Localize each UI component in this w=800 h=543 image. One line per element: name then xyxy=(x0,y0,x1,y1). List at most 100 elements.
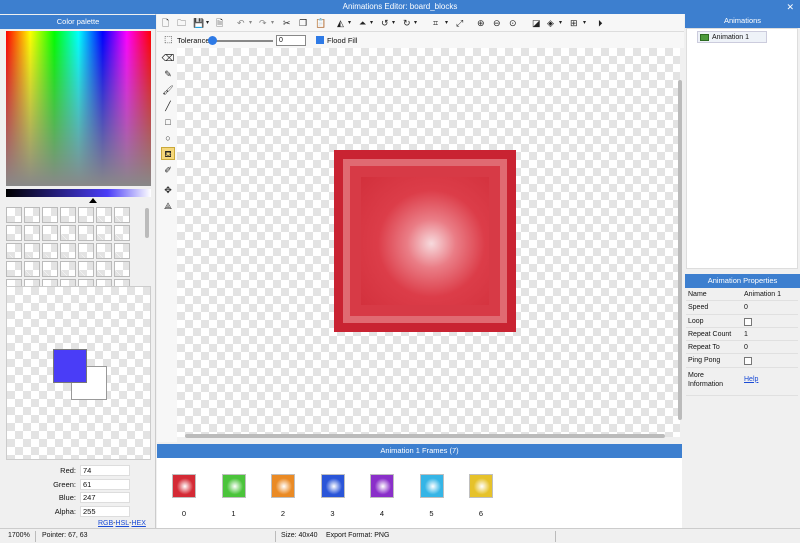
flip-v-dropdown-icon[interactable]: ▾ xyxy=(370,17,373,29)
property-value[interactable]: 0 xyxy=(744,304,748,311)
color-swatch[interactable] xyxy=(6,207,22,223)
color-picker-tool-icon[interactable]: ✐ xyxy=(161,164,175,177)
property-value[interactable]: 0 xyxy=(744,344,748,351)
color-swatch[interactable] xyxy=(114,243,130,259)
drawing-canvas[interactable] xyxy=(177,48,680,437)
color-swatch[interactable] xyxy=(60,207,76,223)
color-swatch[interactable] xyxy=(24,207,40,223)
ellipse-tool-icon[interactable]: ○ xyxy=(161,132,175,145)
hex-link[interactable]: HEX xyxy=(131,520,145,527)
grid-icon[interactable]: ⊞ xyxy=(570,17,578,29)
export-icon[interactable]: 🗎 xyxy=(216,17,223,29)
tolerance-input[interactable]: 0 xyxy=(276,35,306,46)
brush-tool-icon[interactable]: 🖌 xyxy=(161,84,175,97)
fill-tool-icon[interactable]: ⛾ xyxy=(161,147,175,160)
color-swatch[interactable] xyxy=(78,243,94,259)
color-swatch[interactable] xyxy=(96,225,112,241)
crop-dropdown-icon[interactable]: ▾ xyxy=(445,17,448,29)
color-swatch[interactable] xyxy=(60,243,76,259)
channel-value-input[interactable]: 255 xyxy=(80,505,130,517)
frame-thumbnail[interactable] xyxy=(271,474,295,498)
rotate-right-dropdown-icon[interactable]: ▾ xyxy=(414,17,417,29)
rgb-link[interactable]: RGB xyxy=(98,520,113,527)
property-checkbox[interactable] xyxy=(744,357,752,366)
undo-dropdown-icon[interactable]: ▾ xyxy=(249,17,252,29)
tolerance-slider-track[interactable] xyxy=(211,40,273,42)
color-swatch[interactable] xyxy=(96,243,112,259)
color-swatch[interactable] xyxy=(114,261,130,277)
brightness-marker[interactable] xyxy=(89,198,97,203)
color-swatch[interactable] xyxy=(24,243,40,259)
rotate-left-dropdown-icon[interactable]: ▾ xyxy=(392,17,395,29)
color-swatch[interactable] xyxy=(24,225,40,241)
grid-dropdown-icon[interactable]: ▾ xyxy=(583,17,586,29)
channel-value-input[interactable]: 61 xyxy=(80,478,130,490)
color-swatch[interactable] xyxy=(60,225,76,241)
frame-thumbnail[interactable] xyxy=(320,474,345,498)
rotate-left-icon[interactable]: ↺ xyxy=(381,17,389,29)
crop-icon[interactable]: ⌗ xyxy=(433,17,438,29)
tolerance-slider-handle[interactable] xyxy=(208,36,217,45)
property-checkbox[interactable] xyxy=(744,317,752,326)
color-swatch[interactable] xyxy=(60,261,76,277)
channel-value-input[interactable]: 247 xyxy=(80,492,130,503)
swatch-scrollbar[interactable] xyxy=(145,208,149,238)
close-icon[interactable]: ✕ xyxy=(786,0,794,14)
animation-list-item[interactable]: Animation 1 xyxy=(697,31,767,43)
color-swatch[interactable] xyxy=(24,261,40,277)
color-swatch[interactable] xyxy=(114,207,130,223)
canvas-horizontal-scrollbar[interactable] xyxy=(185,434,665,438)
hsl-link[interactable]: HSL xyxy=(116,520,130,527)
flip-vertical-icon[interactable]: ⏶ xyxy=(359,17,366,29)
move-point-tool-icon[interactable]: ✥ xyxy=(161,184,175,197)
redo-icon[interactable]: ↷ xyxy=(259,17,267,29)
color-swatch[interactable] xyxy=(78,261,94,277)
undo-icon[interactable]: ↶ xyxy=(237,17,245,29)
rotate-right-icon[interactable]: ↻ xyxy=(403,17,411,29)
channel-value-input[interactable]: 74 xyxy=(80,465,130,476)
color-swatch[interactable] xyxy=(42,243,58,259)
paste-icon[interactable]: 📋 xyxy=(315,17,326,29)
color-swatch-grid[interactable] xyxy=(6,207,134,293)
layers-icon[interactable]: ◈ xyxy=(547,17,554,29)
eraser-tool-icon[interactable]: ⌫ xyxy=(161,52,175,65)
open-folder-icon[interactable]: 🗀 xyxy=(177,17,186,29)
color-swatch[interactable] xyxy=(96,207,112,223)
line-tool-icon[interactable]: ╱ xyxy=(161,100,175,113)
save-icon[interactable]: 💾 xyxy=(193,17,204,29)
color-swatch[interactable] xyxy=(42,207,58,223)
copy-icon[interactable]: ❐ xyxy=(299,17,307,29)
color-swatch[interactable] xyxy=(96,261,112,277)
zoom-out-icon[interactable]: ⊖ xyxy=(493,17,501,29)
zoom-reset-icon[interactable]: ⊙ xyxy=(509,17,517,29)
rectangle-tool-icon[interactable]: □ xyxy=(161,116,175,129)
foreground-color-swatch[interactable] xyxy=(53,349,87,383)
color-swatch[interactable] xyxy=(6,261,22,277)
pencil-tool-icon[interactable]: ✎ xyxy=(161,68,175,81)
frame-thumbnail[interactable] xyxy=(469,474,493,498)
color-swatch[interactable] xyxy=(42,225,58,241)
resize-icon[interactable]: ⤢ xyxy=(456,17,463,29)
color-adjust-icon[interactable]: ◪ xyxy=(532,17,541,29)
flip-horizontal-icon[interactable]: ◭ xyxy=(337,17,344,29)
play-icon[interactable]: ⏵ xyxy=(598,17,603,29)
color-swatch[interactable] xyxy=(114,225,130,241)
color-swatch[interactable] xyxy=(42,261,58,277)
redo-dropdown-icon[interactable]: ▾ xyxy=(271,17,274,29)
color-swatch[interactable] xyxy=(6,243,22,259)
brightness-bar[interactable] xyxy=(6,189,151,197)
property-value[interactable]: Animation 1 xyxy=(744,291,781,298)
color-swatch[interactable] xyxy=(78,225,94,241)
transform-tool-icon[interactable]: ⟁ xyxy=(161,200,175,213)
help-link[interactable]: Help xyxy=(744,376,758,383)
color-spectrum[interactable] xyxy=(6,31,151,186)
color-swatch[interactable] xyxy=(6,225,22,241)
selection-marquee-icon[interactable]: ⬚ xyxy=(164,34,173,45)
flip-h-dropdown-icon[interactable]: ▾ xyxy=(348,17,351,29)
frame-thumbnail[interactable] xyxy=(370,474,394,498)
frame-thumbnail[interactable] xyxy=(172,474,196,498)
flood-fill-checkbox[interactable] xyxy=(316,36,324,44)
frame-thumbnail[interactable] xyxy=(221,474,246,498)
save-dropdown-icon[interactable]: ▾ xyxy=(206,17,209,29)
property-value[interactable]: 1 xyxy=(744,331,748,338)
